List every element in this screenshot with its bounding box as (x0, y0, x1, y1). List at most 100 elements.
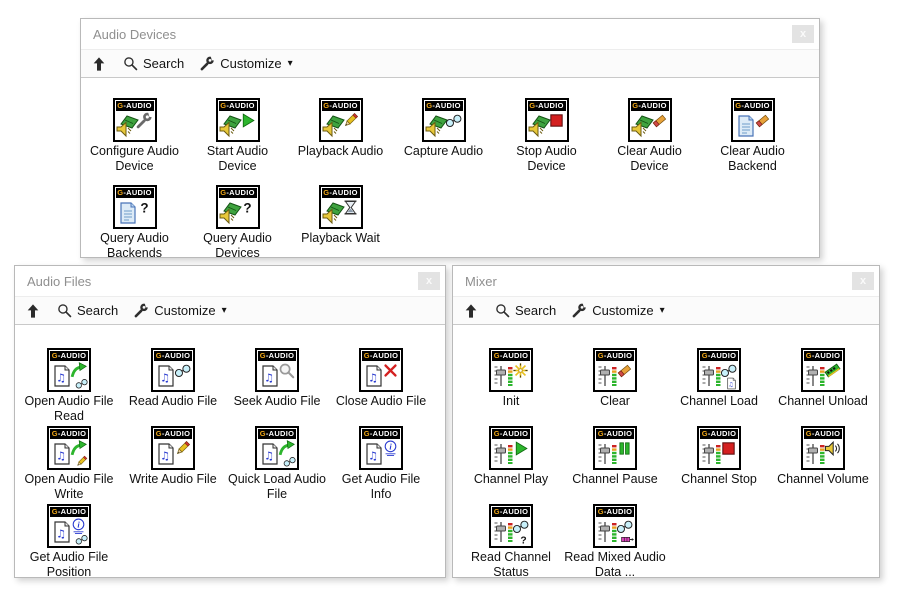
palette-item-clear[interactable]: G-AUDIOClear (563, 348, 667, 426)
g-audio-banner: G-AUDIO (50, 351, 88, 361)
search-icon (123, 56, 138, 71)
g-audio-banner: G-AUDIO (631, 101, 669, 111)
palette-item-open-audio-file-read[interactable]: G-AUDIOOpen Audio File Read (17, 348, 121, 426)
wrench-icon (572, 303, 587, 318)
magnifier-icon (278, 362, 295, 379)
palette-item-label: Quick Load Audio File (226, 472, 328, 502)
palette-items-grid: G-AUDIO Init G-AUDIOClear G-AUDIO Channel Lo… (453, 325, 879, 582)
vi-icon: G-AUDIO (47, 348, 91, 392)
vi-icon: G-AUDIO (216, 98, 260, 142)
titlebar[interactable]: Mixer x (453, 266, 879, 297)
palette-items-grid: G-AUDIOOpen Audio File ReadG-AUDIORead A… (15, 325, 445, 582)
palette-item-configure-audio-device[interactable]: G-AUDIOConfigure Audio Device (83, 98, 186, 185)
vi-icon: G-AUDIO (113, 185, 157, 229)
palette-item-channel-load[interactable]: G-AUDIO Channel Load (667, 348, 771, 426)
palette-item-clear-audio-device[interactable]: G-AUDIOClear Audio Device (598, 98, 701, 185)
vi-icon: G-AUDIO (489, 504, 533, 548)
palette-item-stop-audio-device[interactable]: G-AUDIOStop Audio Device (495, 98, 598, 185)
palette-item-label: Channel Volume (777, 472, 869, 487)
vi-icon: G-AUDIO (489, 348, 533, 392)
palette-item-label: Channel Unload (778, 394, 868, 409)
palette-item-label: Init (503, 394, 520, 409)
play-icon (512, 440, 529, 457)
palette-item-label: Close Audio File (336, 394, 426, 409)
palette-item-label: Channel Play (474, 472, 548, 487)
palette-item-capture-audio[interactable]: G-AUDIO Capture Audio (392, 98, 495, 185)
palette-item-start-audio-device[interactable]: G-AUDIOStart Audio Device (186, 98, 289, 185)
search-icon (57, 303, 72, 318)
palette-item-channel-play[interactable]: G-AUDIO Channel Play (459, 426, 563, 504)
palette-item-get-audio-file-info[interactable]: G-AUDIOGet Audio File Info (329, 426, 433, 504)
customize-button[interactable]: Customize▾ (134, 303, 226, 318)
customize-label: Customize (592, 303, 653, 318)
search-label: Search (143, 56, 184, 71)
palette-item-label: Query Audio Backends (84, 231, 186, 261)
question-icon (517, 533, 530, 546)
g-audio-banner: G-AUDIO (154, 351, 192, 361)
close-button[interactable]: x (418, 272, 440, 290)
close-button[interactable]: x (852, 272, 874, 290)
palette-item-read-mixed-audio-data[interactable]: G-AUDIORead Mixed Audio Data ... (563, 504, 667, 582)
close-button[interactable]: x (792, 25, 814, 43)
palette-item-playback-audio[interactable]: G-AUDIOPlayback Audio (289, 98, 392, 185)
palette-item-read-channel-status[interactable]: G-AUDIORead Channel Status (459, 504, 563, 582)
palette-item-channel-volume[interactable]: G-AUDIO Channel Volume (771, 426, 875, 504)
palette-item-label: Clear Audio Backend (702, 144, 804, 174)
palette-item-label: Seek Audio File (234, 394, 321, 409)
search-button[interactable]: Search (123, 56, 184, 71)
palette-item-init[interactable]: G-AUDIO Init (459, 348, 563, 426)
question-icon (136, 199, 153, 216)
sparkle-icon (512, 362, 529, 379)
palette-item-query-audio-backends[interactable]: G-AUDIOQuery Audio Backends (83, 185, 186, 272)
palette-item-label: Stop Audio Device (496, 144, 598, 174)
vi-icon: G-AUDIO (151, 348, 195, 392)
up-button[interactable] (91, 56, 107, 72)
g-audio-banner: G-AUDIO (154, 429, 192, 439)
vi-icon: G-AUDIO (319, 98, 363, 142)
window-title: Mixer (465, 274, 852, 289)
search-button[interactable]: Search (57, 303, 118, 318)
palette-item-close-audio-file[interactable]: G-AUDIOClose Audio File (329, 348, 433, 426)
vi-icon: G-AUDIO (422, 98, 466, 142)
g-audio-banner: G-AUDIO (492, 429, 530, 439)
customize-button[interactable]: Customize▾ (200, 56, 292, 71)
palette-item-channel-pause[interactable]: G-AUDIOChannel Pause (563, 426, 667, 504)
g-audio-banner: G-AUDIO (258, 429, 296, 439)
palette-item-quick-load-audio-file[interactable]: G-AUDIO Quick Load Audio File (225, 426, 329, 504)
up-button[interactable] (463, 303, 479, 319)
vi-icon: G-AUDIO (113, 98, 157, 142)
palette-item-label: Channel Load (680, 394, 758, 409)
palette-item-read-audio-file[interactable]: G-AUDIORead Audio File (121, 348, 225, 426)
palette-item-channel-stop[interactable]: G-AUDIOChannel Stop (667, 426, 771, 504)
g-audio-banner: G-AUDIO (492, 351, 530, 361)
customize-button[interactable]: Customize▾ (572, 303, 664, 318)
question-icon (239, 199, 256, 216)
palette-item-get-audio-file-position[interactable]: G-AUDIOGet Audio File Position (17, 504, 121, 582)
titlebar[interactable]: Audio Devices x (81, 19, 819, 50)
glasses-icon (174, 362, 191, 379)
vi-icon: G-AUDIO (731, 98, 775, 142)
vi-icon: G-AUDIO (216, 185, 260, 229)
g-audio-banner: G-AUDIO (362, 429, 400, 439)
vi-icon: G-AUDIO (255, 426, 299, 470)
vi-icon: G-AUDIO (801, 426, 845, 470)
palette-item-write-audio-file[interactable]: G-AUDIOWrite Audio File (121, 426, 225, 504)
palette-item-open-audio-file-write[interactable]: G-AUDIOOpen Audio File Write (17, 426, 121, 504)
vi-icon: G-AUDIO (697, 348, 741, 392)
search-button[interactable]: Search (495, 303, 556, 318)
customize-label: Customize (154, 303, 215, 318)
palette-item-clear-audio-backend[interactable]: G-AUDIOClear Audio Backend (701, 98, 804, 185)
palette-item-channel-unload[interactable]: G-AUDIOChannel Unload (771, 348, 875, 426)
g-audio-banner: G-AUDIO (219, 188, 257, 198)
titlebar[interactable]: Audio Files x (15, 266, 445, 297)
g-audio-banner: G-AUDIO (700, 429, 738, 439)
wrench-icon (134, 303, 149, 318)
up-button[interactable] (25, 303, 41, 319)
palette-item-query-audio-devices[interactable]: G-AUDIOQuery Audio Devices (186, 185, 289, 272)
g-audio-banner: G-AUDIO (322, 101, 360, 111)
palette-item-label: Capture Audio (404, 144, 483, 159)
audio-files-window: Audio Files x Search Customize▾ G-AUDIOO… (14, 265, 446, 578)
palette-item-playback-wait[interactable]: G-AUDIOPlayback Wait (289, 185, 392, 272)
palette-item-seek-audio-file[interactable]: G-AUDIOSeek Audio File (225, 348, 329, 426)
window-title: Audio Devices (93, 27, 792, 42)
